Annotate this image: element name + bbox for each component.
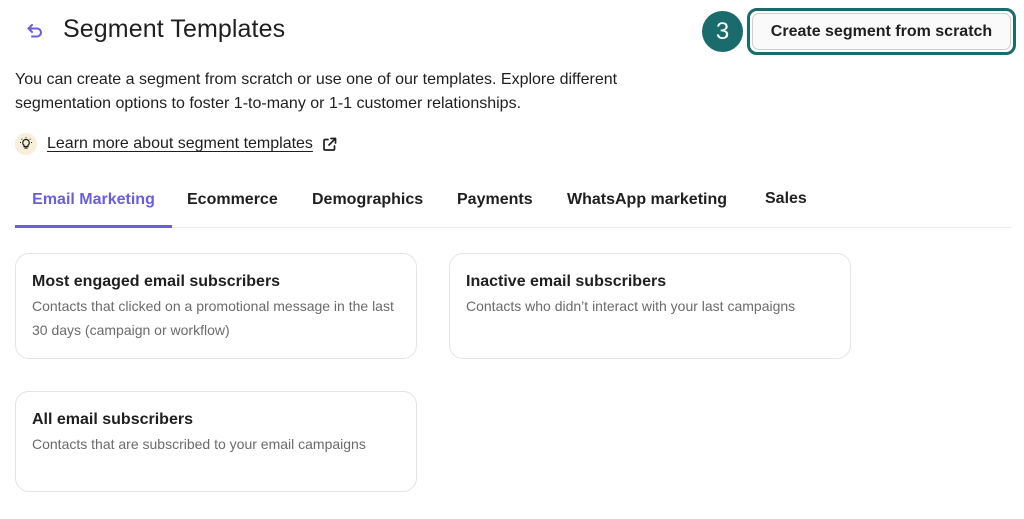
learn-more-link[interactable]: Learn more about segment templates [47, 135, 313, 153]
page-title: Segment Templates [63, 15, 286, 43]
create-segment-from-scratch-button[interactable]: Create segment from scratch [752, 13, 1011, 50]
create-button-highlight: Create segment from scratch [747, 8, 1016, 55]
template-card-all-subscribers[interactable]: All email subscribers Contacts that are … [15, 391, 417, 492]
step-badge: 3 [702, 11, 743, 52]
lightbulb-icon [15, 133, 37, 155]
card-title: Inactive email subscribers [466, 273, 667, 290]
undo-arrow-icon [27, 24, 42, 38]
card-title: All email subscribers [32, 411, 193, 428]
card-title: Most engaged email subscribers [32, 273, 281, 290]
tab-ecommerce[interactable]: Ecommerce [187, 180, 278, 228]
back-button[interactable] [24, 20, 46, 42]
card-description: Contacts that are subscribed to your ema… [32, 436, 366, 452]
template-card-most-engaged[interactable]: Most engaged email subscribers Contacts … [15, 253, 417, 359]
tab-payments[interactable]: Payments [457, 180, 533, 228]
tab-sales[interactable]: Sales [765, 180, 807, 228]
page-header: Segment Templates 3 Create segment from … [0, 0, 1024, 62]
tab-email-marketing[interactable]: Email Marketing [15, 180, 172, 228]
tab-whatsapp-marketing[interactable]: WhatsApp marketing [567, 180, 727, 228]
card-description: Contacts who didn’t interact with your l… [466, 298, 796, 314]
card-description: Contacts that clicked on a promotional m… [32, 298, 394, 338]
learn-more-row: Learn more about segment templates [15, 132, 337, 156]
tab-demographics[interactable]: Demographics [312, 180, 423, 228]
external-link-icon[interactable] [322, 137, 337, 152]
intro-text: You can create a segment from scratch or… [15, 71, 618, 112]
category-tabs: Email Marketing Ecommerce Demographics P… [15, 180, 1012, 228]
template-card-inactive[interactable]: Inactive email subscribers Contacts who … [449, 253, 851, 359]
